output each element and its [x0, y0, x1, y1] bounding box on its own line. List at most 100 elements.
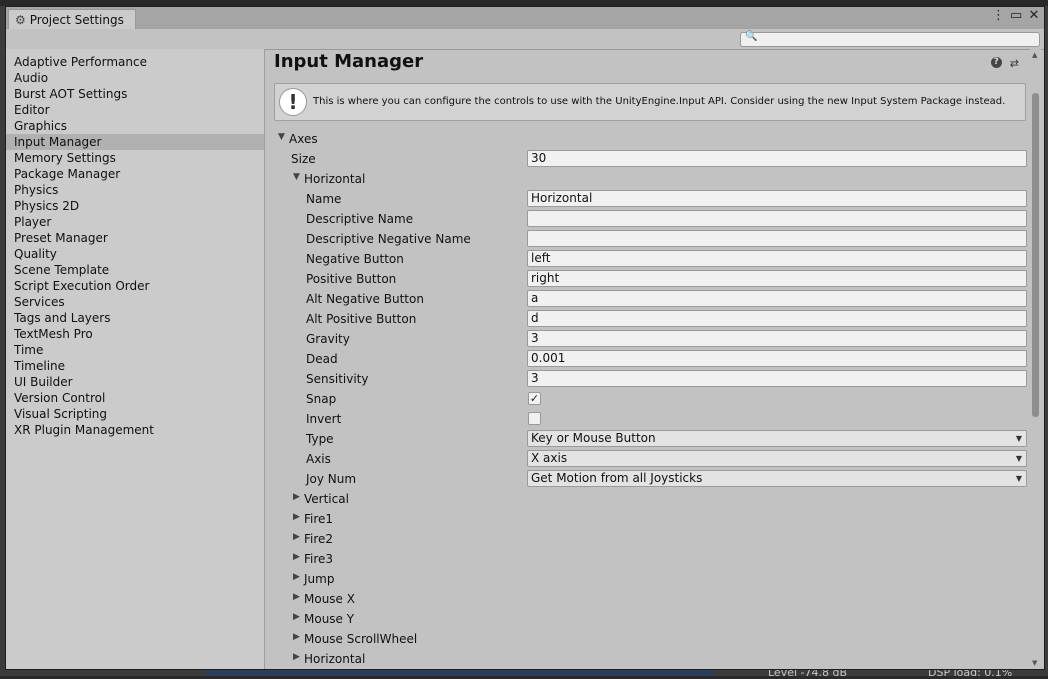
page-title: Input Manager	[274, 51, 424, 72]
sidebar-item-physics[interactable]: Physics	[6, 182, 264, 198]
axes-foldout[interactable]: ▼ Axes	[265, 129, 1030, 149]
sidebar-item-audio[interactable]: Audio	[6, 70, 264, 86]
axis-foldout-fire3[interactable]: ▶ Fire3	[265, 549, 1030, 569]
name-label: Name	[306, 192, 342, 206]
axis-foldout-label: Mouse ScrollWheel	[304, 632, 418, 646]
axis-foldout-label: Vertical	[304, 492, 349, 506]
project-settings-tab[interactable]: ⚙ Project Settings	[8, 9, 136, 30]
sidebar-item-textmesh-pro[interactable]: TextMesh Pro	[6, 326, 264, 342]
axis-foldout-label: Mouse X	[304, 592, 355, 606]
chevron-down-icon: ▼	[1015, 454, 1022, 463]
alt-negative-button-field[interactable]: a	[527, 290, 1027, 307]
sidebar-item-xr-plugin-management[interactable]: XR Plugin Management	[6, 422, 264, 438]
type-row: Type Key or Mouse Button ▼	[265, 429, 1030, 449]
scroll-up-icon[interactable]: ▲	[1032, 51, 1037, 59]
sidebar-list: Adaptive Performance Audio Burst AOT Setti…	[6, 49, 264, 438]
window-controls: ⋮ ▭ ✕	[992, 8, 1040, 23]
sidebar-item-script-execution-order[interactable]: Script Execution Order	[6, 278, 264, 294]
sidebar-item-time[interactable]: Time	[6, 342, 264, 358]
sensitivity-field[interactable]: 3	[527, 370, 1027, 387]
axis-row: Axis X axis ▼	[265, 449, 1030, 469]
negative-button-label: Negative Button	[306, 252, 404, 266]
sidebar-item-services[interactable]: Services	[6, 294, 264, 310]
sidebar-item-input-manager[interactable]: Input Manager	[6, 134, 264, 150]
vertical-scrollbar[interactable]: ▲ ▼	[1030, 49, 1041, 669]
maximize-icon[interactable]: ▭	[1010, 8, 1022, 23]
descriptive-name-field[interactable]	[527, 210, 1027, 227]
expand-arrow-icon: ▼	[278, 132, 285, 142]
axis-foldout-label: Fire2	[304, 532, 334, 546]
sidebar-item-graphics[interactable]: Graphics	[6, 118, 264, 134]
scrollbar-thumb[interactable]	[1032, 93, 1039, 417]
sidebar-item-preset-manager[interactable]: Preset Manager	[6, 230, 264, 246]
sidebar-item-player[interactable]: Player	[6, 214, 264, 230]
positive-button-label: Positive Button	[306, 272, 397, 286]
invert-checkbox[interactable]	[528, 412, 541, 425]
type-dropdown[interactable]: Key or Mouse Button ▼	[527, 430, 1027, 447]
scroll-down-icon[interactable]: ▼	[1032, 659, 1037, 667]
dead-field[interactable]: 0.001	[527, 350, 1027, 367]
sidebar-item-physics-2d[interactable]: Physics 2D	[6, 198, 264, 214]
collapse-arrow-icon: ▶	[293, 532, 300, 542]
axis-foldout-vertical[interactable]: ▶ Vertical	[265, 489, 1030, 509]
axes-label: Axes	[289, 132, 318, 146]
sidebar-item-burst-aot-settings[interactable]: Burst AOT Settings	[6, 86, 264, 102]
snap-checkbox[interactable]: ✓	[528, 392, 541, 405]
help-icon[interactable]: ?	[990, 57, 1002, 68]
sidebar-item-editor[interactable]: Editor	[6, 102, 264, 118]
sidebar-item-scene-template[interactable]: Scene Template	[6, 262, 264, 278]
sidebar-item-quality[interactable]: Quality	[6, 246, 264, 262]
horizontal-foldout[interactable]: ▼ Horizontal	[265, 169, 1030, 189]
sidebar-item-memory-settings[interactable]: Memory Settings	[6, 150, 264, 166]
negative-button-field[interactable]: left	[527, 250, 1027, 267]
descriptive-negative-name-label: Descriptive Negative Name	[306, 232, 471, 246]
axis-foldout-label: Horizontal	[304, 652, 366, 666]
collapse-arrow-icon: ▶	[293, 612, 300, 622]
gravity-field[interactable]: 3	[527, 330, 1027, 347]
invert-row: Invert	[265, 409, 1030, 429]
sidebar-item-tags-and-layers[interactable]: Tags and Layers	[6, 310, 264, 326]
axis-foldout-fire1[interactable]: ▶ Fire1	[265, 509, 1030, 529]
preset-icon[interactable]: ⇄	[1010, 57, 1019, 70]
sensitivity-label: Sensitivity	[306, 372, 369, 386]
axis-foldout-mouse-y[interactable]: ▶ Mouse Y	[265, 609, 1030, 629]
alt-positive-button-field[interactable]: d	[527, 310, 1027, 327]
sidebar-item-visual-scripting[interactable]: Visual Scripting	[6, 406, 264, 422]
axis-dropdown[interactable]: X axis ▼	[527, 450, 1027, 467]
input-manager-panel: Input Manager ? ⇄ ⋮ ! This is where you …	[265, 49, 1030, 669]
type-label: Type	[306, 432, 334, 446]
name-row: Name Horizontal	[265, 189, 1030, 209]
positive-button-field[interactable]: right	[527, 270, 1027, 287]
joy-num-dropdown-value: Get Motion from all Joysticks	[531, 471, 703, 485]
sidebar-item-version-control[interactable]: Version Control	[6, 390, 264, 406]
axis-foldout-jump[interactable]: ▶ Jump	[265, 569, 1030, 589]
collapse-arrow-icon: ▶	[293, 592, 300, 602]
sensitivity-row: Sensitivity 3	[265, 369, 1030, 389]
axis-foldout-horizontal[interactable]: ▶ Horizontal	[265, 649, 1030, 669]
axis-foldout-label: Fire1	[304, 512, 334, 526]
axis-foldout-fire2[interactable]: ▶ Fire2	[265, 529, 1030, 549]
axis-foldout-mouse-x[interactable]: ▶ Mouse X	[265, 589, 1030, 609]
invert-label: Invert	[306, 412, 342, 426]
search-input[interactable]	[757, 33, 1027, 46]
search-row: 🔍	[6, 29, 1044, 50]
axis-foldout-mouse-scrollwheel[interactable]: ▶ Mouse ScrollWheel	[265, 629, 1030, 649]
sidebar-item-adaptive-performance[interactable]: Adaptive Performance	[6, 54, 264, 70]
sidebar-item-timeline[interactable]: Timeline	[6, 358, 264, 374]
descriptive-negative-name-field[interactable]	[527, 230, 1027, 247]
joy-num-dropdown[interactable]: Get Motion from all Joysticks ▼	[527, 470, 1027, 487]
sidebar-item-ui-builder[interactable]: UI Builder	[6, 374, 264, 390]
axis-label: Axis	[306, 452, 331, 466]
size-field[interactable]: 30	[527, 150, 1027, 167]
joy-num-label: Joy Num	[306, 472, 357, 486]
sidebar-item-package-manager[interactable]: Package Manager	[6, 166, 264, 182]
alt-positive-button-label: Alt Positive Button	[306, 312, 417, 326]
collapse-arrow-icon: ▶	[293, 652, 300, 662]
name-field[interactable]: Horizontal	[527, 190, 1027, 207]
size-row: Size 30	[265, 149, 1030, 169]
axis-foldout-label: Jump	[304, 572, 335, 586]
search-field[interactable]: 🔍	[740, 31, 1040, 47]
close-icon[interactable]: ✕	[1028, 8, 1040, 23]
more-options-icon[interactable]: ⋮	[992, 8, 1005, 23]
settings-sidebar: Adaptive Performance Audio Burst AOT Setti…	[6, 49, 265, 669]
